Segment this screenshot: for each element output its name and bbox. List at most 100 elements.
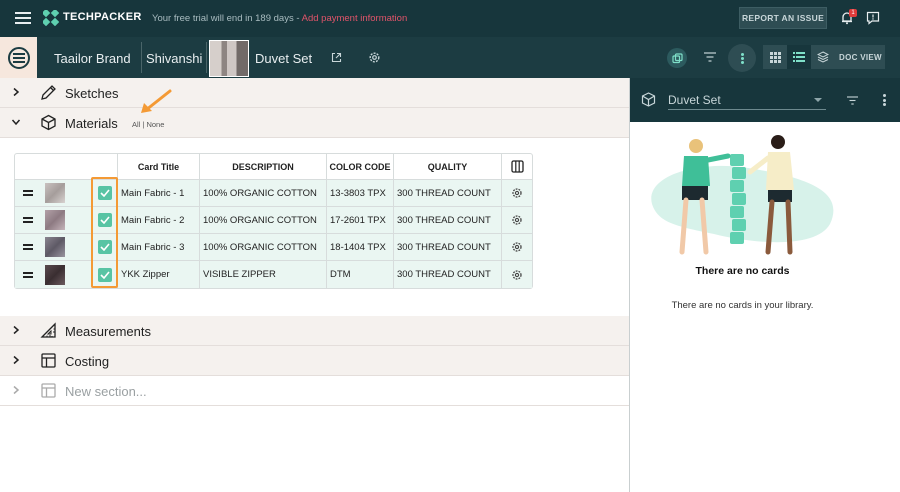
notification-badge: 1 [849,9,857,17]
select-none-link[interactable]: None [146,120,164,129]
layout-icon [41,353,56,368]
cell-description: VISIBLE ZIPPER [200,261,327,288]
empty-library-illustration [651,135,834,255]
breadcrumb-collection[interactable]: Shivanshi [146,51,202,66]
cell-color-code: DTM [327,261,394,288]
header-color-code[interactable]: COLOR CODE [327,154,394,179]
pencil-icon [41,85,56,100]
drag-handle-icon[interactable] [15,234,41,260]
material-swatch [41,234,93,260]
new-section-input[interactable]: New section... [65,384,147,399]
app-icon [7,46,30,69]
empty-state-title: There are no cards [695,265,790,277]
library-select-value: Duvet Set [668,93,721,107]
cell-title: Main Fabric - 3 [118,234,200,260]
section-title: Measurements [65,324,151,339]
add-payment-link[interactable]: Add payment information [302,13,408,24]
section-title: Sketches [65,86,119,101]
top-bar: TECHPACKER Your free trial will end in 1… [0,0,900,37]
chevron-down-icon[interactable] [11,117,21,127]
library-select[interactable]: Duvet Set [668,93,826,110]
cube-icon [41,114,56,131]
cell-description: 100% ORGANIC COTTON [200,234,327,260]
layers-icon[interactable] [811,45,835,69]
section-title: Materials [65,116,118,131]
row-settings-icon[interactable] [502,180,532,206]
view-toggle-group: DOC VIEW [763,45,885,69]
drag-handle-icon[interactable] [15,207,41,233]
row-settings-icon[interactable] [502,261,532,288]
row-settings-icon[interactable] [502,234,532,260]
layout-icon [41,383,56,398]
checkbox-highlight [91,177,118,288]
header-quality[interactable]: QUALITY [394,154,502,179]
chevron-right-icon[interactable] [11,325,21,335]
ruler-triangle-icon [40,322,56,338]
columns-icon[interactable] [502,154,532,179]
filter-icon[interactable] [704,52,716,62]
cell-title: YKK Zipper [118,261,200,288]
feedback-icon[interactable] [866,11,880,25]
external-link-icon[interactable] [331,52,342,63]
cell-color-code: 18-1404 TPX [327,234,394,260]
empty-state-subtitle: There are no cards in your library. [671,300,814,311]
app-home-button[interactable] [0,37,37,78]
header-card-title[interactable]: Card Title [118,154,200,179]
brand-name: TECHPACKER [63,11,142,23]
cube-icon [641,92,656,107]
library-panel: Duvet Set There are no cards There are n… [629,78,900,492]
select-all-link[interactable]: All [132,120,140,129]
filter-icon[interactable] [847,96,858,105]
doc-view-button[interactable]: DOC VIEW [839,53,882,62]
new-section-row[interactable]: New section... [0,376,629,406]
cell-title: Main Fabric - 2 [118,207,200,233]
row-settings-icon[interactable] [502,207,532,233]
section-measurements[interactable]: Measurements [0,316,629,346]
cell-quality: 300 THREAD COUNT [394,234,502,260]
chevron-right-icon [13,385,20,395]
drag-handle-icon[interactable] [15,180,41,206]
drag-handle-icon[interactable] [15,261,41,288]
hamburger-icon[interactable] [15,12,31,24]
material-swatch [41,180,93,206]
material-swatch [41,207,93,233]
library-header: Duvet Set [630,78,900,122]
cell-color-code: 13-3803 TPX [327,180,394,206]
logo-icon [43,10,59,26]
breadcrumb-divider [141,42,142,73]
breadcrumb-brand[interactable]: Taailor Brand [54,51,131,66]
section-sketches[interactable]: Sketches [0,78,629,108]
cell-color-code: 17-2601 TPX [327,207,394,233]
document-nav-bar: Taailor Brand Shivanshi Duvet Set DOC VI… [0,37,900,78]
chevron-down-icon [814,98,822,102]
section-costing[interactable]: Costing [0,346,629,376]
trial-banner: Your free trial will end in 189 days - A… [152,13,407,24]
gear-icon[interactable] [368,51,381,64]
cell-quality: 300 THREAD COUNT [394,180,502,206]
select-all-none: All | None [132,120,165,129]
section-materials[interactable]: Materials [0,108,629,138]
breadcrumb-divider [206,42,207,73]
chevron-right-icon[interactable] [11,87,21,97]
breadcrumb-product[interactable]: Duvet Set [255,51,312,66]
report-issue-button[interactable]: REPORT AN ISSUE [739,7,827,29]
header-description[interactable]: DESCRIPTION [200,154,327,179]
product-thumbnail [209,40,249,77]
cell-quality: 300 THREAD COUNT [394,207,502,233]
trial-text: Your free trial will end in 189 days [152,13,294,24]
list-view-icon[interactable] [787,45,811,69]
material-swatch [41,261,93,288]
grid-view-icon[interactable] [763,45,787,69]
cell-description: 100% ORGANIC COTTON [200,180,327,206]
cell-title: Main Fabric - 1 [118,180,200,206]
copy-icon[interactable] [667,48,687,68]
trial-separator: - [293,13,302,24]
cell-description: 100% ORGANIC COTTON [200,207,327,233]
more-vertical-icon[interactable] [728,44,756,72]
cell-quality: 300 THREAD COUNT [394,261,502,288]
chevron-right-icon[interactable] [11,355,21,365]
header-blank [15,154,118,179]
annotation-arrow-icon [141,89,172,113]
more-vertical-icon[interactable] [883,94,886,108]
section-title: Costing [65,354,110,369]
